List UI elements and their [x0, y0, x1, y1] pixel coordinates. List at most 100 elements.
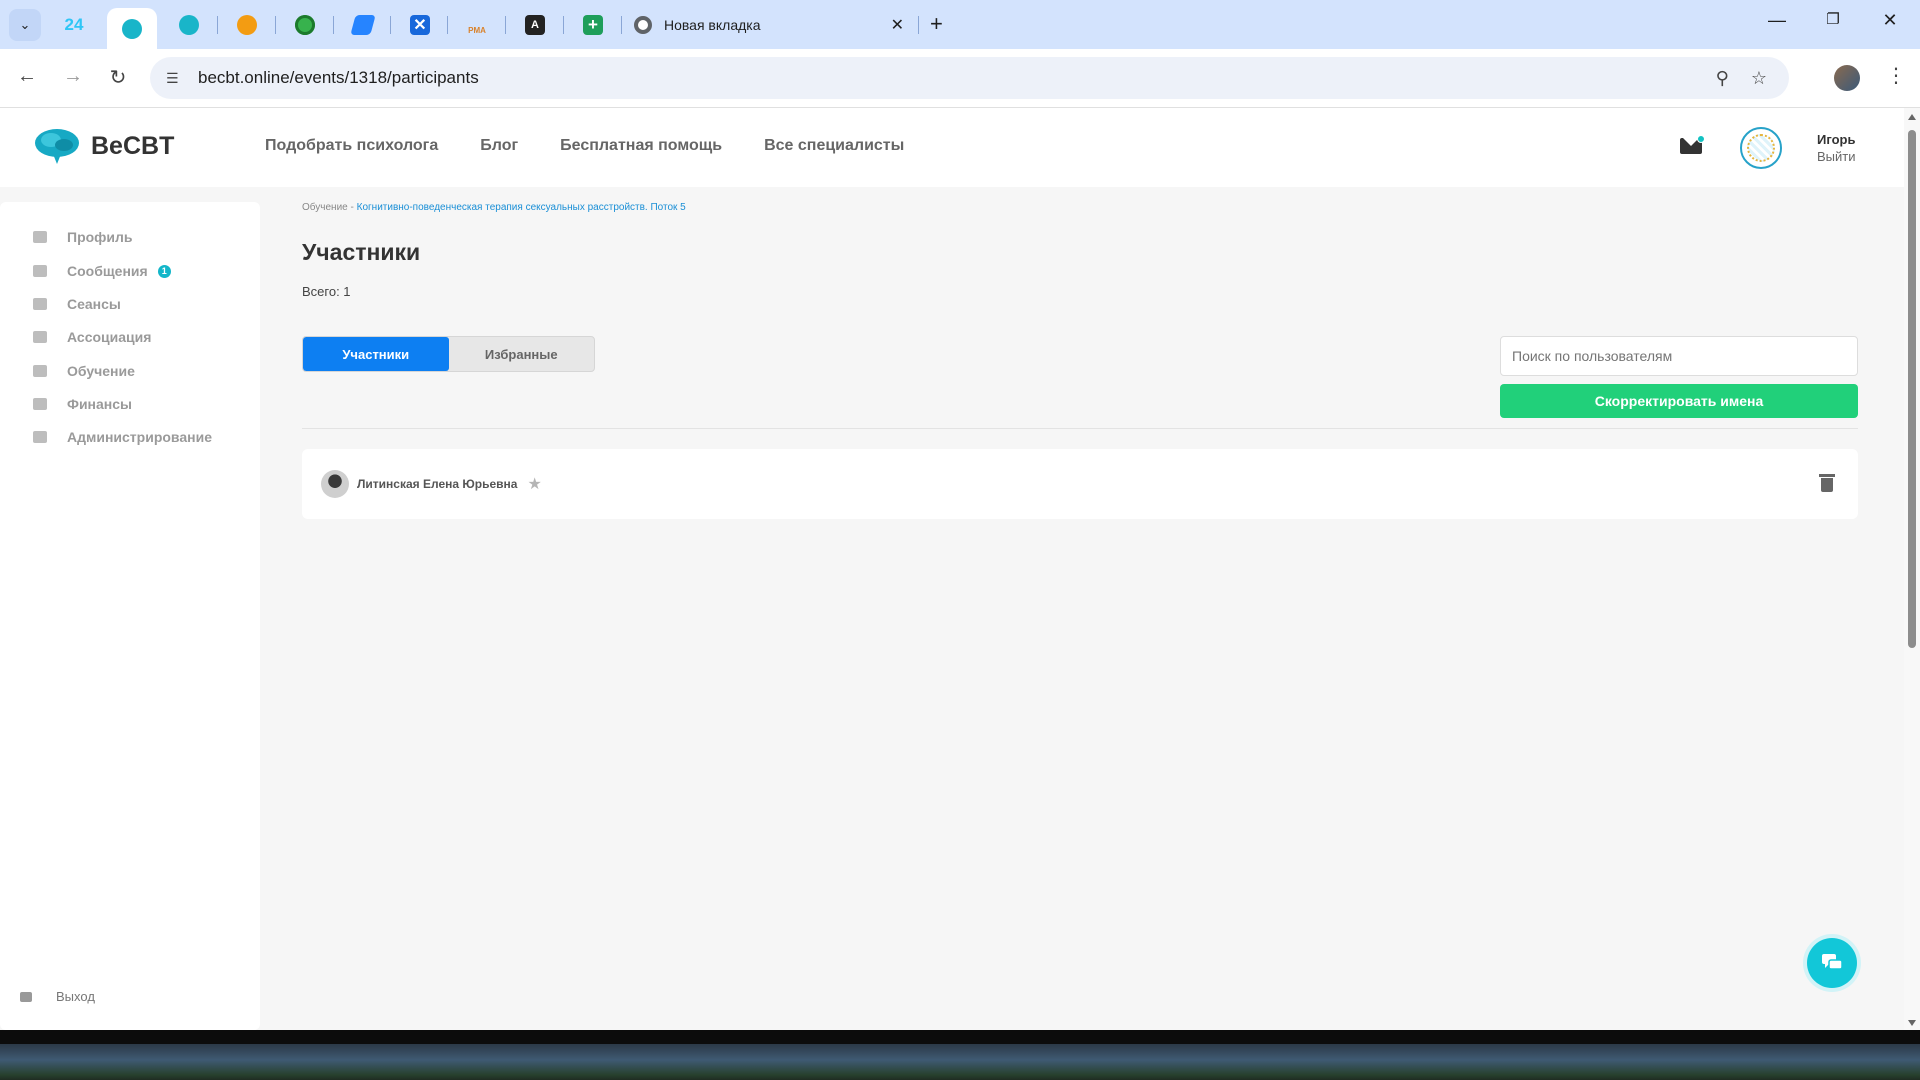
tab-separator: [918, 16, 919, 34]
pinned-tab-confluence[interactable]: ✕: [395, 8, 445, 42]
tab-new-tab[interactable]: Новая вкладка ✕: [622, 8, 912, 42]
top-navigation: Подобрать психолога Блог Бесплатная помо…: [265, 137, 904, 155]
logo-text: BeCBT: [91, 131, 175, 160]
messages-badge: 1: [157, 264, 171, 278]
tab-separator: [505, 16, 506, 34]
logout-link[interactable]: Выйти: [1817, 149, 1856, 164]
tab-separator: [275, 16, 276, 34]
bookmark-star-icon[interactable]: ☆: [1751, 68, 1767, 89]
favorite-star-icon[interactable]: ★: [527, 474, 541, 494]
confluence-icon: ✕: [410, 15, 430, 35]
pinned-tab-becbt-active[interactable]: [107, 8, 157, 49]
green-globe-icon: [295, 15, 315, 35]
scrollbar-thumb[interactable]: [1908, 130, 1916, 648]
site-settings-icon[interactable]: ☰: [166, 70, 186, 87]
close-window-icon[interactable]: ✕: [1880, 10, 1900, 31]
back-arrow-icon[interactable]: ←: [14, 65, 40, 88]
sidebar-item-messages[interactable]: Сообщения 1: [33, 263, 171, 279]
sidebar: Профиль Сообщения 1 Сеансы Ассоциация Об…: [0, 202, 260, 1030]
browser-menu-icon[interactable]: ⋮: [1886, 63, 1906, 88]
chat-button[interactable]: [1807, 938, 1857, 988]
tab-separator: [390, 16, 391, 34]
brain-logo-icon: [35, 129, 79, 164]
browser-toolbar: ← → ↻ ☰ becbt.online/events/1318/partici…: [0, 49, 1920, 108]
wallet-icon: [33, 398, 47, 410]
site-logo[interactable]: BeCBT: [33, 126, 174, 166]
nav-all-specialists[interactable]: Все специалисты: [764, 137, 904, 155]
pinned-tab-orange-app[interactable]: [222, 8, 272, 42]
user-search-input[interactable]: [1500, 336, 1858, 376]
tab-separator: [563, 16, 564, 34]
letter-a-icon: A: [525, 15, 545, 35]
user-avatar[interactable]: [1740, 127, 1782, 169]
nav-find-psychologist[interactable]: Подобрать психолога: [265, 137, 438, 155]
minimize-icon[interactable]: —: [1767, 10, 1787, 31]
envelope-icon: [33, 265, 47, 277]
graduation-cap-icon: [33, 365, 47, 377]
breadcrumb-root[interactable]: Обучение: [302, 202, 348, 213]
pma-icon: PMA: [468, 26, 486, 35]
scroll-down-arrow-icon[interactable]: [1908, 1020, 1916, 1026]
desktop-wallpaper-strip: [0, 1030, 1920, 1080]
sidebar-item-label: Администрирование: [67, 429, 212, 445]
sign-out-icon: [20, 991, 32, 1002]
pinned-tab-green-globe[interactable]: [280, 8, 330, 42]
close-tab-icon[interactable]: ✕: [891, 15, 904, 35]
pinned-tab-sheets[interactable]: +: [568, 8, 618, 42]
user-name[interactable]: Игорь: [1817, 132, 1855, 147]
pinned-tab-bitrix24[interactable]: 24: [49, 8, 99, 42]
tab-separator: [447, 16, 448, 34]
correct-names-button[interactable]: Скорректировать имена: [1500, 384, 1858, 418]
browser-profile-avatar[interactable]: [1834, 65, 1860, 91]
sheets-plus-icon: +: [583, 15, 603, 35]
nav-blog[interactable]: Блог: [480, 137, 518, 155]
breadcrumb-course-link[interactable]: Когнитивно-поведенческая терапия сексуал…: [357, 202, 686, 213]
scroll-up-arrow-icon[interactable]: [1908, 114, 1916, 120]
clipboard-icon: [33, 331, 47, 343]
forward-arrow-icon[interactable]: →: [60, 65, 86, 88]
pinned-tab-jira[interactable]: [338, 8, 388, 42]
breadcrumb-separator: -: [350, 202, 354, 213]
participant-avatar[interactable]: [321, 470, 349, 498]
sidebar-item-finance[interactable]: Финансы: [33, 396, 132, 412]
participants-tabs: Участники Избранные: [302, 336, 595, 372]
restore-icon[interactable]: ❐: [1823, 10, 1843, 28]
tab-search-chevron-icon[interactable]: ⌄: [9, 9, 41, 41]
sidebar-item-label: Финансы: [67, 396, 132, 412]
becbt-brain-icon: [122, 18, 142, 39]
new-tab-plus-icon[interactable]: +: [930, 13, 943, 35]
url-text[interactable]: becbt.online/events/1318/participants: [198, 68, 1716, 88]
tab-favorites[interactable]: Избранные: [449, 337, 595, 371]
tab-participants[interactable]: Участники: [303, 337, 449, 371]
sidebar-item-label: Сообщения: [67, 263, 148, 279]
sidebar-item-profile[interactable]: Профиль: [33, 229, 133, 245]
pinned-tab-becbt-2[interactable]: [164, 8, 214, 42]
site-header: BeCBT Подобрать психолога Блог Бесплатна…: [0, 108, 1904, 187]
pinned-tab-letter-a[interactable]: A: [510, 8, 560, 42]
trash-body: [1821, 478, 1833, 492]
chat-bubbles-icon: [1822, 954, 1843, 970]
nav-free-help[interactable]: Бесплатная помощь: [560, 137, 722, 155]
sidebar-item-label: Сеансы: [67, 296, 121, 312]
pinned-tab-pma[interactable]: PMA: [452, 8, 502, 42]
page-scrollbar[interactable]: [1904, 108, 1920, 1030]
zoom-icon[interactable]: ⚲: [1716, 68, 1729, 89]
tab-separator: [217, 16, 218, 34]
participant-name[interactable]: Литинская Елена Юрьевна: [357, 477, 517, 491]
participant-row: Литинская Елена Юрьевна ★: [302, 449, 1858, 519]
home-icon: [33, 231, 47, 243]
total-count: Всего: 1: [302, 284, 351, 299]
sidebar-exit[interactable]: Выход: [20, 989, 95, 1004]
chrome-icon: [634, 16, 652, 34]
sidebar-item-education[interactable]: Обучение: [33, 363, 135, 379]
notification-dot: [1697, 135, 1705, 143]
delete-trash-icon[interactable]: [1819, 474, 1835, 492]
breadcrumb: Обучение - Когнитивно-поведенческая тера…: [302, 202, 1858, 213]
sidebar-item-sessions[interactable]: Сеансы: [33, 296, 121, 312]
sidebar-item-administration[interactable]: Администрирование: [33, 429, 212, 445]
trash-lid: [1819, 474, 1835, 477]
address-bar[interactable]: ☰ becbt.online/events/1318/participants …: [150, 57, 1789, 99]
reload-icon[interactable]: ↻: [105, 65, 131, 90]
bitrix24-icon: 24: [64, 15, 84, 34]
sidebar-item-association[interactable]: Ассоциация: [33, 329, 151, 345]
